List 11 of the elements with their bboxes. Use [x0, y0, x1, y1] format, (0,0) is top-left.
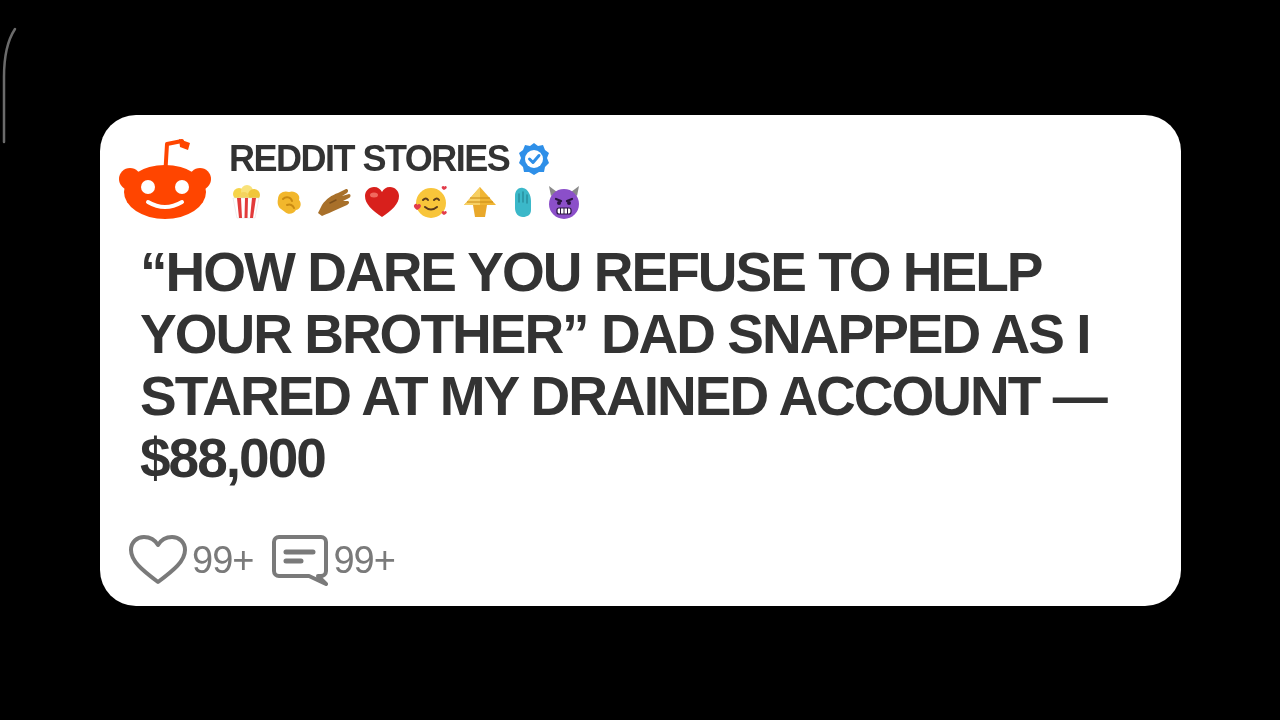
channel-name: REDDIT STORIES: [229, 138, 510, 180]
post-title: “HOW DARE YOU REFUSE TO HELP YOUR BROTHER” DAD SNAPPED AS I STARED AT MY DRAINED ACCOUNT — $88,000: [140, 241, 1108, 489]
pyramid-icon: [462, 186, 498, 218]
like-count: 99+: [192, 538, 254, 582]
heart-icon: [364, 186, 400, 218]
heart-icon[interactable]: [128, 534, 188, 586]
comment-icon[interactable]: [271, 534, 330, 586]
comment-count: 99+: [333, 538, 395, 582]
hand-icon: [316, 187, 352, 217]
devil-face-icon: [546, 184, 582, 220]
popcorn-icon: [230, 185, 262, 219]
